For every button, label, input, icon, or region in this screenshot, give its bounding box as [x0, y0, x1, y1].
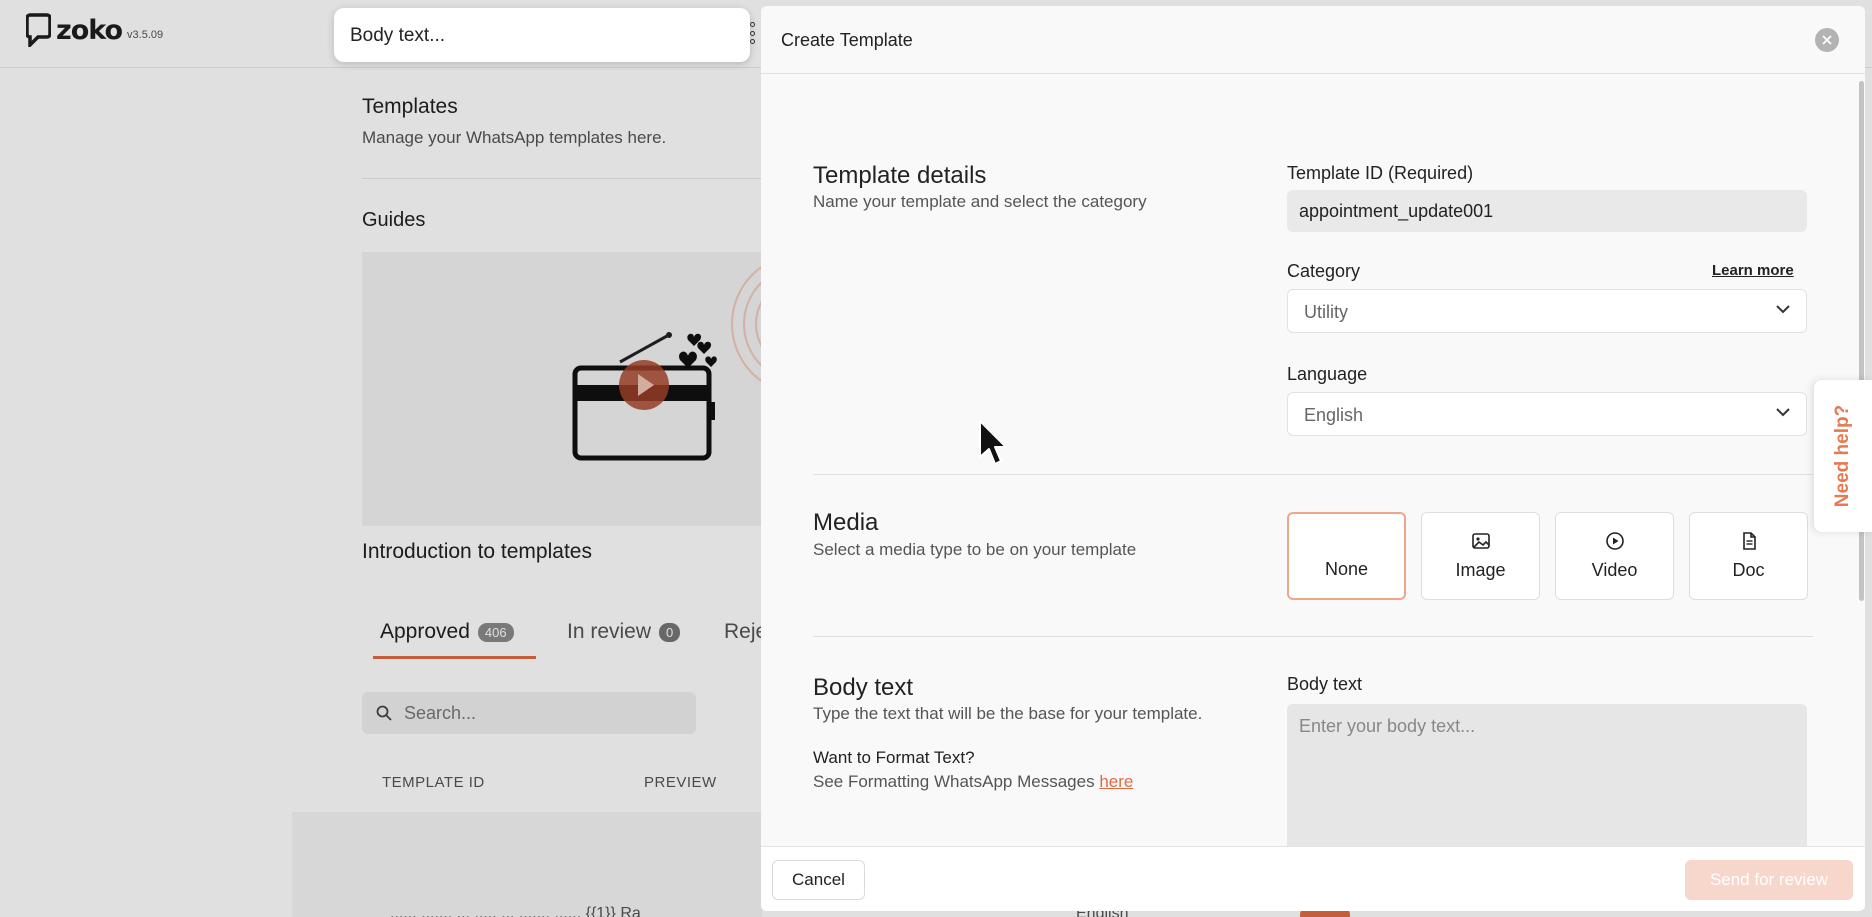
- category-select[interactable]: Utility: [1287, 289, 1807, 333]
- language-label: Language: [1287, 364, 1368, 384]
- create-template-modal: Create Template Template details Name yo…: [761, 6, 1865, 911]
- close-icon: [1822, 35, 1832, 45]
- language-select[interactable]: English: [1287, 392, 1807, 436]
- modal-header: Create Template: [761, 6, 1865, 74]
- template-details-title: Template details: [813, 162, 987, 189]
- body-text-subtitle: Type the text that will be the base for …: [813, 704, 1203, 723]
- media-subtitle: Select a media type to be on your templa…: [813, 540, 1137, 559]
- section-divider: [813, 636, 1813, 637]
- modal-footer: Cancel Send for review: [761, 846, 1865, 911]
- body-text-title: Body text: [813, 674, 914, 701]
- section-divider: [813, 474, 1813, 475]
- more-options-icon[interactable]: [748, 22, 756, 44]
- body-text-input[interactable]: Enter your body text...: [1287, 704, 1807, 854]
- formatting-here-link[interactable]: here: [1099, 772, 1133, 791]
- chevron-down-icon: [1776, 408, 1790, 417]
- template-id-input[interactable]: appointment_update001: [1287, 190, 1807, 232]
- body-text-label: Body text: [1287, 674, 1363, 694]
- chevron-down-icon: [1776, 305, 1790, 314]
- need-help-tab[interactable]: Need help?: [1814, 380, 1872, 532]
- template-id-label: Template ID (Required): [1287, 163, 1474, 183]
- modal-title: Create Template: [781, 30, 913, 50]
- media-option-none[interactable]: None: [1287, 512, 1406, 600]
- template-details-subtitle: Name your template and select the catego…: [813, 192, 1147, 211]
- video-play-icon: [1605, 532, 1624, 550]
- send-for-review-button[interactable]: Send for review: [1685, 860, 1853, 900]
- body-text-chip[interactable]: Body text...: [334, 8, 750, 62]
- format-text-hint: See Formatting WhatsApp Messages here: [813, 772, 1134, 791]
- close-button[interactable]: [1815, 28, 1839, 52]
- media-option-image[interactable]: Image: [1421, 512, 1540, 600]
- cancel-button[interactable]: Cancel: [772, 860, 865, 900]
- image-icon: [1471, 533, 1490, 549]
- media-title: Media: [813, 509, 879, 536]
- category-label: Category: [1287, 261, 1361, 281]
- media-option-doc[interactable]: Doc: [1689, 512, 1808, 600]
- mouse-cursor-icon: [979, 420, 1007, 465]
- format-text-heading: Want to Format Text?: [813, 748, 975, 767]
- learn-more-link[interactable]: Learn more: [1712, 262, 1794, 279]
- media-option-video[interactable]: Video: [1555, 512, 1674, 600]
- document-icon: [1742, 532, 1756, 550]
